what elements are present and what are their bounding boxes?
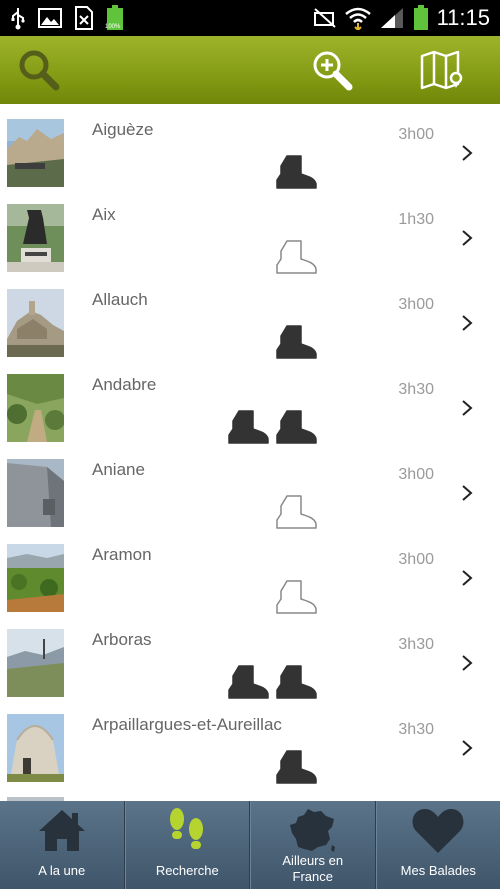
list-item[interactable]: Allauch 3h00: [0, 274, 500, 359]
walk-duration: 3h00: [398, 466, 434, 483]
walk-duration: 1h30: [398, 211, 434, 228]
walk-name: Arboras: [92, 630, 152, 649]
mute-icon: [313, 8, 336, 28]
action-bar: [0, 36, 500, 104]
home-icon: [38, 810, 85, 851]
walk-name: Aix: [92, 205, 116, 224]
difficulty-rating: [226, 409, 318, 445]
battery-small-indicator: 100%: [105, 5, 124, 31]
walk-thumbnail: [7, 204, 64, 272]
tab-label: Recherche: [155, 863, 219, 878]
walk-name: Aniane: [92, 460, 145, 479]
difficulty-rating: [226, 664, 318, 700]
boot-icon: [276, 665, 317, 699]
boot-icon: [276, 155, 317, 189]
heart-icon: [412, 809, 464, 853]
footprints-icon: [170, 808, 204, 849]
walk-duration: 3h30: [398, 721, 434, 738]
walk-duration: 3h30: [398, 636, 434, 653]
walk-name: Aiguèze: [92, 120, 154, 139]
boot-icon: [276, 240, 317, 274]
list-item[interactable]: Arpaillargues-et-Aureillac 3h30: [0, 699, 500, 784]
difficulty-rating: [274, 324, 318, 360]
wifi-icon: [344, 7, 371, 30]
walk-duration: 3h30: [398, 381, 434, 398]
tab-mes-balades[interactable]: Mes Balades: [375, 801, 500, 889]
boot-icon: [276, 750, 317, 784]
zoom-in-button[interactable]: [298, 36, 368, 104]
bottom-tab-bar: A la une Recherche Ailleurs en France Me…: [0, 801, 500, 889]
chevron-right-icon: [460, 314, 474, 332]
chevron-right-icon: [460, 399, 474, 417]
status-bar: 100% 11:15: [0, 0, 500, 36]
difficulty-rating: [274, 494, 318, 530]
clock: 11:15: [436, 5, 490, 30]
walk-name: Aramon: [92, 545, 152, 564]
walk-name: Arpaillargues-et-Aureillac: [92, 715, 282, 734]
sim-icon: [75, 6, 93, 30]
boot-icon: [276, 410, 317, 444]
difficulty-rating: [274, 154, 318, 190]
walk-thumbnail: [7, 544, 64, 612]
map-button[interactable]: [408, 36, 478, 104]
list-item[interactable]: Andabre 3h30: [0, 359, 500, 444]
search-icon: [19, 50, 60, 91]
chevron-right-icon: [460, 569, 474, 587]
boot-icon: [276, 495, 317, 529]
france-map-icon: [289, 809, 335, 852]
list-item[interactable]: Aramon 3h00: [0, 529, 500, 614]
boot-icon: [276, 325, 317, 359]
walk-thumbnail: [7, 459, 64, 527]
walk-name: Allauch: [92, 290, 148, 309]
tab-label: Mes Balades: [400, 863, 476, 878]
list-item[interactable]: Aix 1h30: [0, 189, 500, 274]
list-item[interactable]: Arboras 3h30: [0, 614, 500, 699]
chevron-right-icon: [460, 229, 474, 247]
tab-label: Ailleurs en France: [282, 853, 344, 884]
chevron-right-icon: [460, 484, 474, 502]
battery-small-label: 100%: [105, 24, 121, 30]
walk-duration: 3h00: [398, 296, 434, 313]
tab-ailleurs-en-france[interactable]: Ailleurs en France: [250, 801, 376, 889]
battery-icon: [413, 5, 428, 30]
boot-icon: [276, 580, 317, 614]
tab-label: A la une: [38, 863, 86, 878]
list-item[interactable]: Aiguèze 3h00: [0, 104, 500, 189]
walk-duration: 3h00: [398, 551, 434, 568]
difficulty-rating: [274, 239, 318, 275]
tab-a-la-une[interactable]: A la une: [0, 801, 125, 889]
boot-icon: [228, 665, 269, 699]
usb-icon: [11, 8, 25, 30]
walk-thumbnail: [7, 119, 64, 187]
walk-duration: 3h00: [398, 126, 434, 143]
image-icon: [38, 8, 62, 28]
boot-icon: [228, 410, 269, 444]
walk-thumbnail: [7, 629, 64, 697]
chevron-right-icon: [460, 654, 474, 672]
chevron-right-icon: [460, 144, 474, 162]
walk-thumbnail: [7, 289, 64, 357]
walk-name: Andabre: [92, 375, 157, 394]
difficulty-rating: [274, 749, 318, 785]
difficulty-rating: [274, 579, 318, 615]
tab-recherche[interactable]: Recherche: [124, 801, 250, 889]
list-item[interactable]: Aniane 3h00: [0, 444, 500, 529]
zoom-in-icon: [313, 51, 353, 91]
chevron-right-icon: [460, 739, 474, 757]
walks-list[interactable]: Aiguèze 3h00 Aix 1h30 Allauch 3h00 Andabre 3h30…: [0, 104, 500, 801]
walk-thumbnail: [7, 714, 64, 782]
map-icon: [420, 50, 463, 90]
search-button[interactable]: [4, 36, 74, 104]
signal-icon: [380, 8, 403, 28]
walk-thumbnail: [7, 374, 64, 442]
